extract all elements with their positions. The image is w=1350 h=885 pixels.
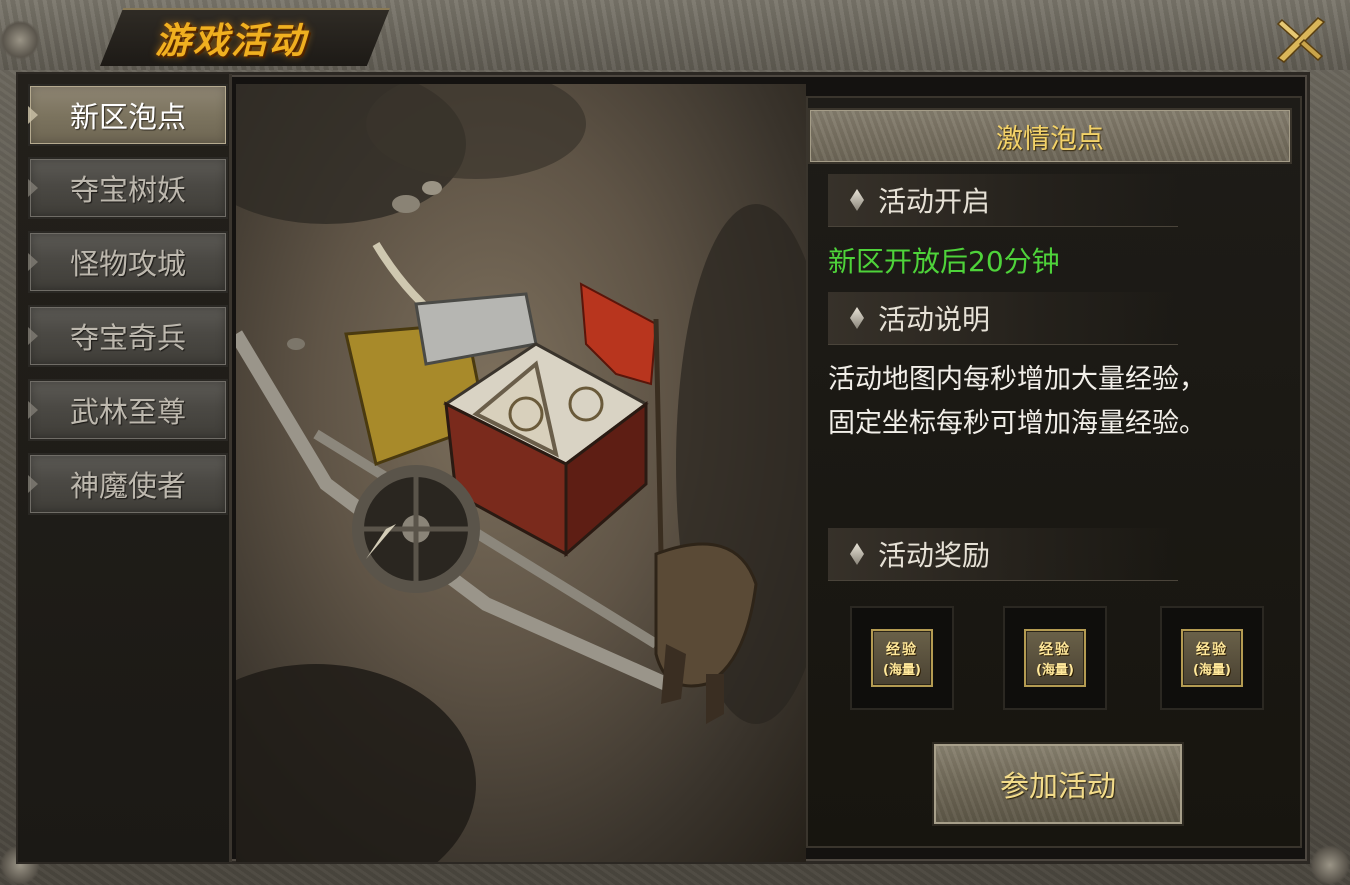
section-label: 活动说明 [878,303,991,336]
reward-amount: (海量) [1193,662,1231,678]
sidebar-item-label: 武林至尊 [69,395,186,429]
reward-amount: (海量) [1036,662,1074,678]
item-arrow-icon [28,475,38,493]
item-arrow-icon [28,327,38,345]
diamond-bullet-icon [850,543,864,565]
close-x-icon [1276,17,1326,63]
section-activity-rewards: 活动奖励 [828,528,1178,581]
sidebar-item-monster-siege[interactable]: 怪物攻城 [28,231,228,293]
activity-open-time: 新区开放后20分钟 [828,245,1060,278]
experience-reward-icon: 经验 (海量) [871,629,933,687]
sidebar-item-label: 夺宝树妖 [69,173,186,207]
sidebar-item-label: 神魔使者 [69,469,186,503]
diamond-bullet-icon [850,307,864,329]
section-label: 活动奖励 [878,539,991,572]
panel-title: 激情泡点 [996,123,1104,155]
reward-label: 经验 [1196,641,1228,658]
corner-ornament [1310,845,1350,885]
activity-scene-image [236,84,806,862]
experience-reward-icon: 经验 (海量) [1181,629,1243,687]
description-line: 活动地图内每秒增加大量经验， [828,364,1206,395]
section-activity-open: 活动开启 [828,174,1178,227]
sidebar-item-label: 夺宝奇兵 [69,321,186,355]
window-title: 游戏活动 [155,21,308,62]
close-button[interactable] [1270,10,1330,65]
reward-slot[interactable]: 经验 (海量) [850,606,954,710]
selected-indicator-icon [28,106,38,124]
experience-reward-icon: 经验 (海量) [1024,629,1086,687]
section-label: 活动开启 [878,185,991,218]
sidebar-item-divine-demon-envoy[interactable]: 神魔使者 [28,453,228,515]
reward-label: 经验 [1039,641,1071,658]
section-activity-description: 活动说明 [828,292,1178,345]
sidebar-item-treasure-raiders[interactable]: 夺宝奇兵 [28,305,228,367]
reward-slot[interactable]: 经验 (海量) [1003,606,1107,710]
activity-sidebar: 新区泡点 夺宝树妖 怪物攻城 夺宝奇兵 武林至尊 神魔使者 [18,74,232,862]
activity-description: 活动地图内每秒增加大量经验， 固定坐标每秒可增加海量经验。 [828,358,1288,446]
war-chariot-illustration [236,84,806,862]
sidebar-item-martial-supreme[interactable]: 武林至尊 [28,379,228,441]
corner-ornament [0,20,40,60]
item-arrow-icon [28,401,38,419]
panel-title-bar: 激情泡点 [808,108,1292,164]
reward-slot[interactable]: 经验 (海量) [1160,606,1264,710]
join-activity-button[interactable]: 参加活动 [932,742,1184,826]
description-line: 固定坐标每秒可增加海量经验。 [828,408,1206,439]
item-arrow-icon [28,179,38,197]
sidebar-item-treasure-tree-demon[interactable]: 夺宝树妖 [28,157,228,219]
item-arrow-icon [28,253,38,271]
sidebar-item-label: 怪物攻城 [69,247,186,281]
sidebar-item-new-server-afk[interactable]: 新区泡点 [28,84,228,146]
sidebar-item-label: 新区泡点 [69,100,186,134]
join-button-label: 参加活动 [999,769,1116,803]
reward-label: 经验 [886,641,918,658]
reward-amount: (海量) [883,662,921,678]
diamond-bullet-icon [850,189,864,211]
